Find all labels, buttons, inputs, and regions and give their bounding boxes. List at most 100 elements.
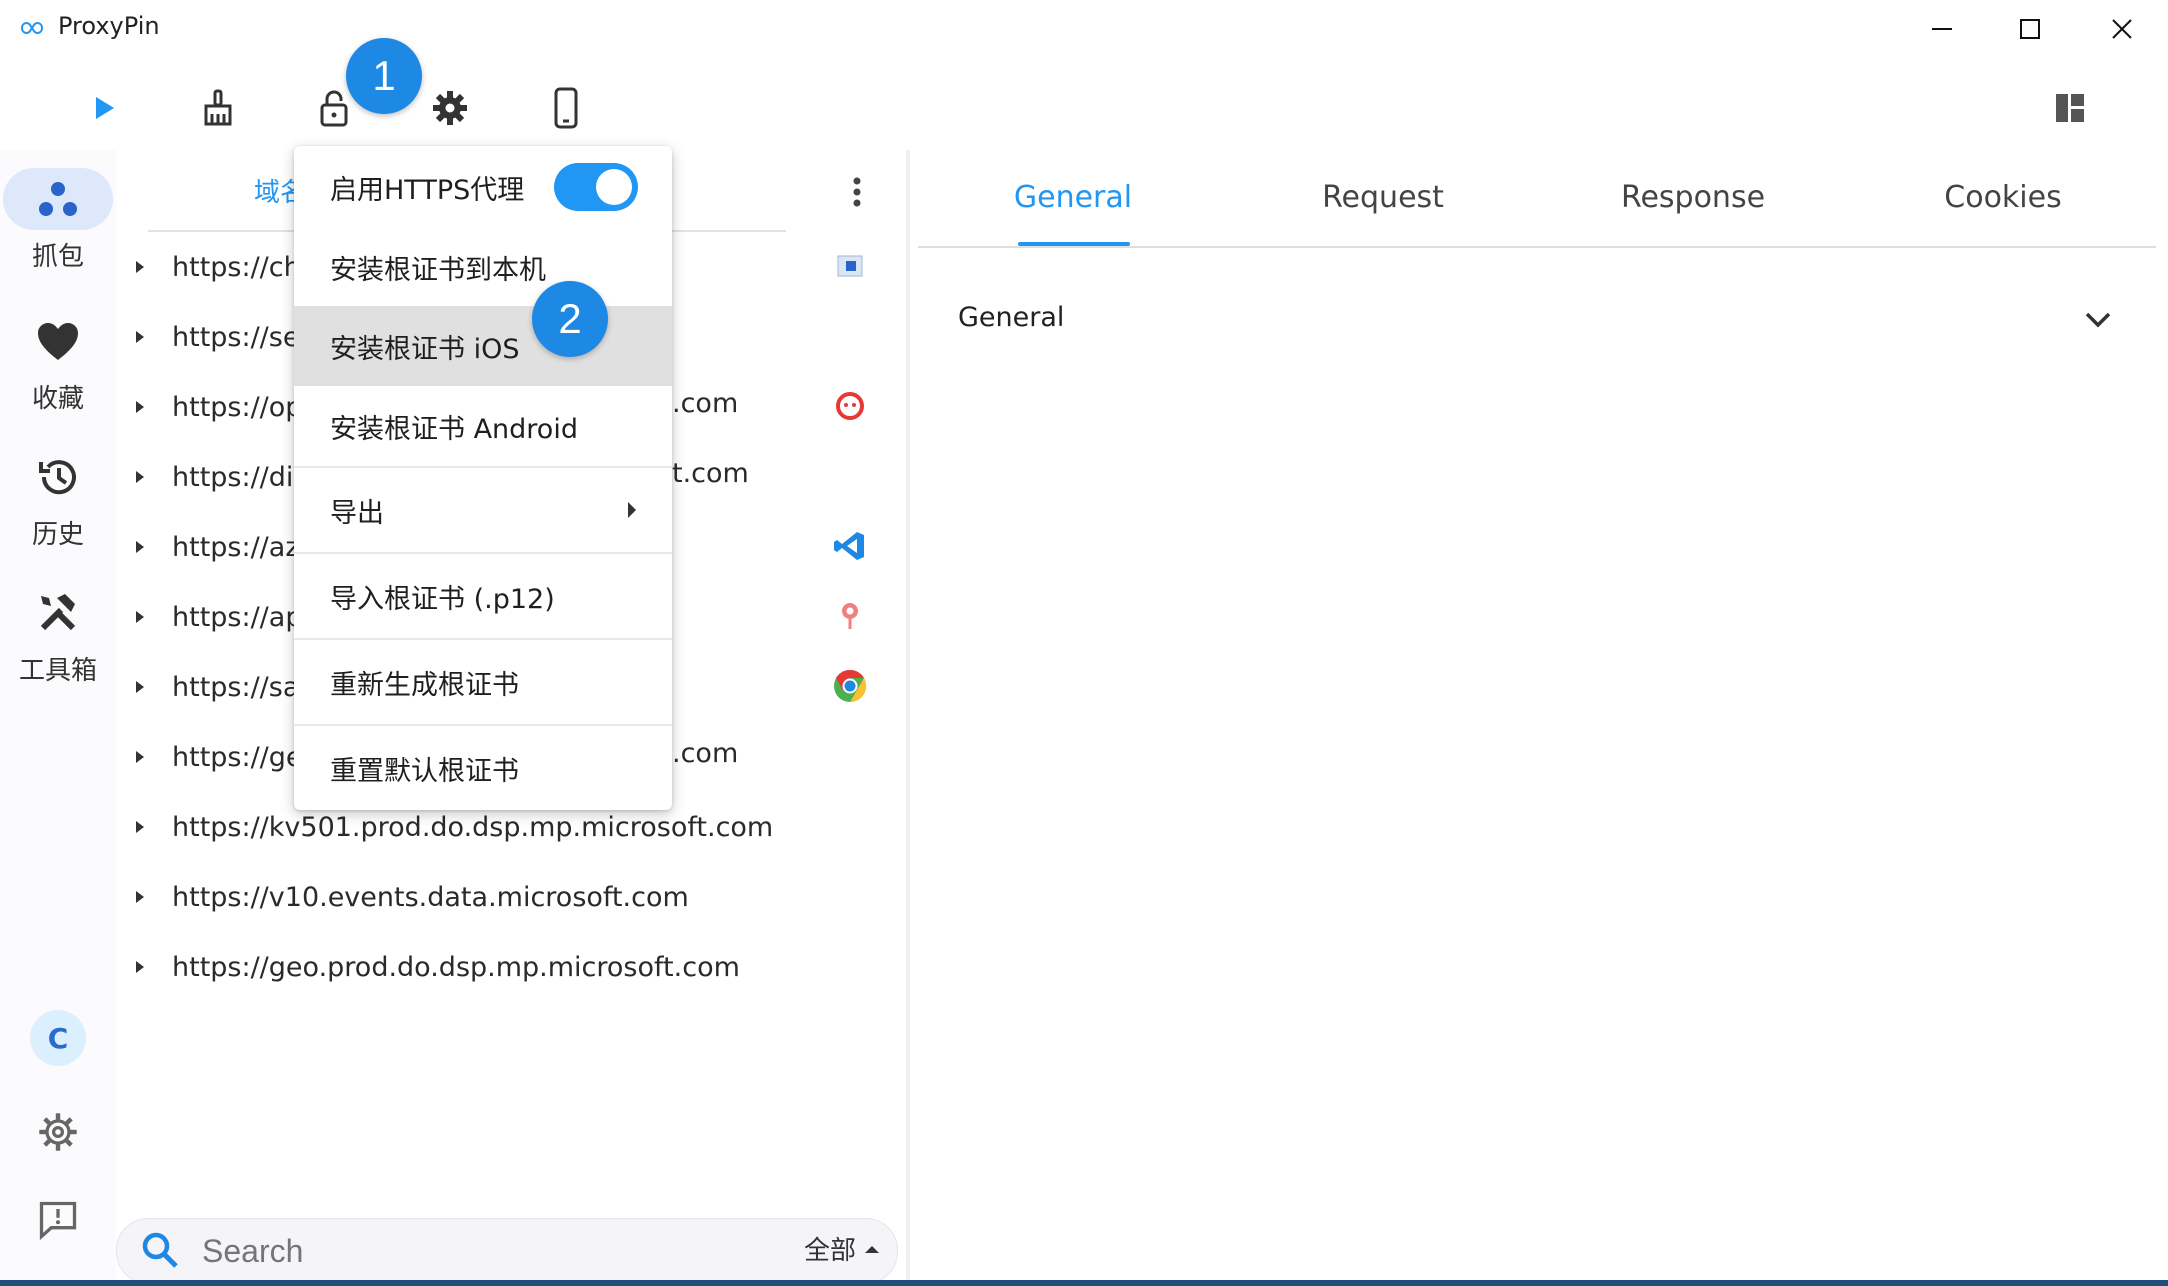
search-icon	[138, 1228, 182, 1272]
vscode-icon	[830, 526, 870, 566]
minimize-icon	[1932, 28, 1952, 30]
feedback-icon	[39, 1201, 77, 1241]
expand-arrow-icon[interactable]	[120, 512, 160, 582]
list-item[interactable]: https://op	[120, 372, 302, 442]
list-item[interactable]: https://geo.prod.do.dsp.mp.microsoft.com	[120, 932, 740, 1002]
clean-button[interactable]	[190, 80, 246, 136]
request-url: https://ap	[172, 601, 303, 633]
expand-arrow-icon[interactable]	[120, 652, 160, 722]
close-icon	[2112, 19, 2132, 39]
section-expand-button[interactable]	[2078, 300, 2118, 340]
expand-arrow-icon[interactable]	[120, 372, 160, 442]
step-badge-2: 2	[532, 281, 608, 357]
gear-icon	[433, 91, 467, 125]
menu-label-regenerate: 重新生成根证书	[330, 669, 519, 701]
expand-arrow-icon[interactable]	[120, 442, 160, 512]
settings-toolbar-button[interactable]	[422, 80, 478, 136]
pin-icon	[830, 596, 870, 636]
section-general-title[interactable]: General	[958, 302, 1064, 333]
expand-arrow-icon[interactable]	[120, 582, 160, 652]
feedback-button[interactable]	[32, 1194, 84, 1246]
app-title: ProxyPin	[58, 12, 160, 40]
list-more-button[interactable]	[842, 172, 872, 212]
list-item[interactable]: https://ge	[120, 722, 303, 792]
expand-arrow-icon[interactable]	[120, 232, 160, 302]
active-tab-indicator	[1018, 242, 1130, 246]
nav-item-capture[interactable]: 抓包	[0, 168, 116, 288]
list-item[interactable]: https://v10.events.data.microsoft.com	[120, 862, 689, 932]
request-url: https://az	[172, 531, 300, 563]
request-url: https://sa	[172, 671, 300, 703]
play-icon	[96, 97, 114, 119]
expand-arrow-icon[interactable]	[120, 862, 160, 932]
step-badge-1: 1	[346, 38, 422, 114]
nav-pill-history	[3, 446, 113, 508]
menu-item-reset-default[interactable]: 重置默认根证书	[294, 726, 672, 810]
layout-button[interactable]	[2042, 80, 2098, 136]
menu-item-install-local[interactable]: 安装根证书到本机	[294, 228, 672, 306]
gear-outline-icon	[39, 1113, 77, 1151]
mobile-button[interactable]	[538, 80, 594, 136]
heart-icon	[38, 323, 78, 360]
expand-arrow-icon[interactable]	[120, 932, 160, 1002]
chevron-down-icon	[2085, 312, 2111, 328]
menu-label-enable-https: 启用HTTPS代理	[330, 174, 525, 206]
request-url: https://geo.prod.do.dsp.mp.microsoft.com	[172, 951, 740, 983]
request-url: https://kv501.prod.do.dsp.mp.microsoft.c…	[172, 811, 774, 843]
expand-arrow-icon[interactable]	[120, 302, 160, 372]
https-toggle[interactable]	[554, 163, 638, 211]
capture-dots-icon	[39, 182, 77, 216]
broom-icon	[204, 89, 232, 126]
proxypin-logo-icon	[18, 16, 46, 40]
expand-arrow-icon[interactable]	[120, 722, 160, 792]
nav-item-favorites[interactable]: 收藏	[0, 310, 116, 430]
menu-item-regenerate[interactable]: 重新生成根证书	[294, 640, 672, 724]
red-circle-icon	[830, 386, 870, 426]
menu-item-import-p12[interactable]: 导入根证书 (.p12)	[294, 554, 672, 638]
menu-label-reset-default: 重置默认根证书	[330, 755, 519, 787]
maximize-icon	[2020, 19, 2040, 39]
nav-item-toolbox[interactable]: 工具箱	[0, 582, 116, 702]
search-input[interactable]	[200, 1228, 704, 1274]
expand-arrow-icon[interactable]	[120, 792, 160, 862]
start-button[interactable]	[76, 80, 132, 136]
list-item[interactable]: https://sa	[120, 652, 299, 722]
chrome-icon	[830, 666, 870, 706]
menu-label-install-android: 安装根证书 Android	[330, 413, 578, 445]
nav-pill-capture	[3, 168, 113, 230]
menu-item-install-ios[interactable]: 安装根证书 iOS	[294, 306, 672, 386]
menu-item-enable-https[interactable]: 启用HTTPS代理	[294, 146, 672, 228]
tab-cookies[interactable]: Cookies	[1873, 180, 2133, 215]
maximize-button[interactable]	[1984, 0, 2076, 58]
nav-item-history[interactable]: 历史	[0, 446, 116, 566]
minimize-button[interactable]	[1896, 0, 1988, 58]
menu-label-install-local: 安装根证书到本机	[330, 254, 546, 286]
taskbar-edge	[0, 1280, 2168, 1286]
list-item[interactable]: https://se	[120, 302, 299, 372]
caret-up-icon	[865, 1245, 880, 1253]
title-bar	[0, 0, 2168, 58]
submenu-arrow-icon	[628, 502, 636, 518]
layout-icon	[2056, 94, 2084, 122]
menu-label-import-p12: 导入根证书 (.p12)	[330, 583, 555, 615]
request-url: https://ch	[172, 251, 301, 283]
avatar[interactable]: C	[30, 1010, 86, 1066]
list-item[interactable]: https://ap	[120, 582, 302, 652]
list-item[interactable]: https://dis	[120, 442, 308, 512]
menu-item-install-android[interactable]: 安装根证书 Android	[294, 386, 672, 466]
search-filter-dropdown[interactable]: 全部	[804, 1230, 880, 1267]
tab-request[interactable]: Request	[1253, 180, 1513, 215]
close-button[interactable]	[2076, 0, 2168, 58]
list-item[interactable]: https://az	[120, 512, 300, 582]
nav-pill-toolbox	[3, 582, 113, 644]
list-item[interactable]: https://ch	[120, 232, 301, 302]
tools-icon	[40, 594, 76, 631]
toggle-knob	[596, 169, 632, 205]
panel-splitter[interactable]	[906, 150, 910, 1286]
menu-item-export[interactable]: 导出	[294, 468, 672, 552]
search-filter-label: 全部	[804, 1236, 857, 1266]
tab-response[interactable]: Response	[1563, 180, 1823, 215]
tab-general[interactable]: General	[943, 180, 1203, 215]
history-icon	[39, 460, 76, 495]
settings-nav-button[interactable]	[32, 1106, 84, 1158]
